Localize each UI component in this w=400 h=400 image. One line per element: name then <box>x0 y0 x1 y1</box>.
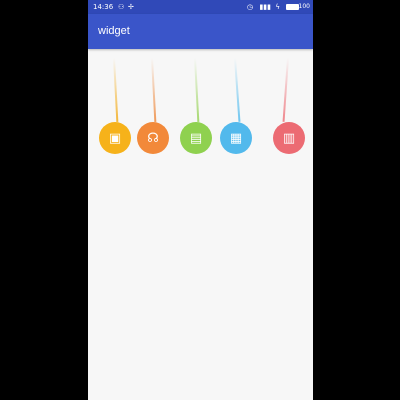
headset-icon[interactable]: ☊ <box>137 122 169 154</box>
gift-icon[interactable]: ▤ <box>180 122 212 154</box>
status-bar: 14:36 ⚇ ✢ ◷ ▮▮▮ ϟ 100 <box>88 0 313 14</box>
phone-screen: 14:36 ⚇ ✢ ◷ ▮▮▮ ϟ 100 widget ▣ ☊ ▤ ▦ ▥ <box>88 0 313 400</box>
bus-icon[interactable]: ▦ <box>220 122 252 154</box>
battery-level: 100 <box>298 3 310 10</box>
app-title: widget <box>98 25 130 37</box>
pendulum-string <box>282 57 289 122</box>
pendulum-string <box>113 57 119 122</box>
pendulum-bus[interactable]: ▦ <box>215 57 255 158</box>
signal-icon: ▮▮▮ <box>259 3 271 11</box>
chart-icon[interactable]: ▥ <box>273 122 305 154</box>
app-bar: widget <box>88 14 313 49</box>
charging-icon: ϟ <box>275 3 280 11</box>
pendulum-string <box>151 57 157 122</box>
usb-icon: ⚇ <box>118 3 125 11</box>
pendulum-string <box>194 57 200 122</box>
alarm-icon: ◷ <box>246 3 253 11</box>
pendulum-gift[interactable]: ▤ <box>175 57 215 158</box>
status-time: 14:36 <box>93 3 114 11</box>
pendulum-book[interactable]: ▣ <box>94 57 134 158</box>
bluetooth-icon: ✢ <box>128 3 134 11</box>
battery-icon <box>286 4 299 10</box>
book-icon[interactable]: ▣ <box>99 122 131 154</box>
pendulum-chart[interactable]: ▥ <box>268 57 308 158</box>
pendulum-headset[interactable]: ☊ <box>132 57 172 158</box>
pendulum-string <box>234 57 241 122</box>
